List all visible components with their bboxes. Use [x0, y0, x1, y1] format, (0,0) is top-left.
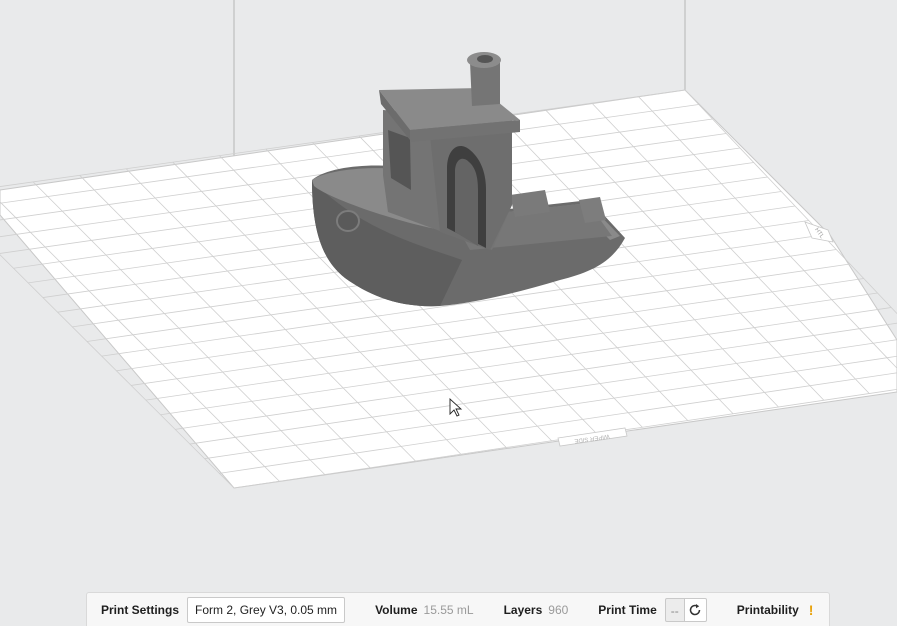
volume-label: Volume	[375, 602, 418, 617]
status-bar: Print Settings Form 2, Grey V3, 0.05 mm …	[86, 592, 830, 626]
layers-value: 960	[548, 602, 569, 617]
print-settings-field[interactable]: Form 2, Grey V3, 0.05 mm	[187, 596, 346, 623]
print-time-value: --	[664, 597, 685, 622]
refresh-icon	[690, 603, 701, 615]
print-settings-label: Print Settings	[101, 602, 180, 617]
refresh-print-time-button[interactable]	[684, 597, 707, 622]
layers-label: Layers	[503, 602, 543, 617]
printability-warning-icon[interactable]: !	[809, 602, 814, 618]
print-time-label: Print Time	[598, 602, 657, 617]
volume-value: 15.55 mL	[423, 602, 474, 617]
printability-label: Printability	[736, 602, 799, 617]
3d-viewport[interactable]: WIPER SIDE HTL	[0, 0, 897, 626]
